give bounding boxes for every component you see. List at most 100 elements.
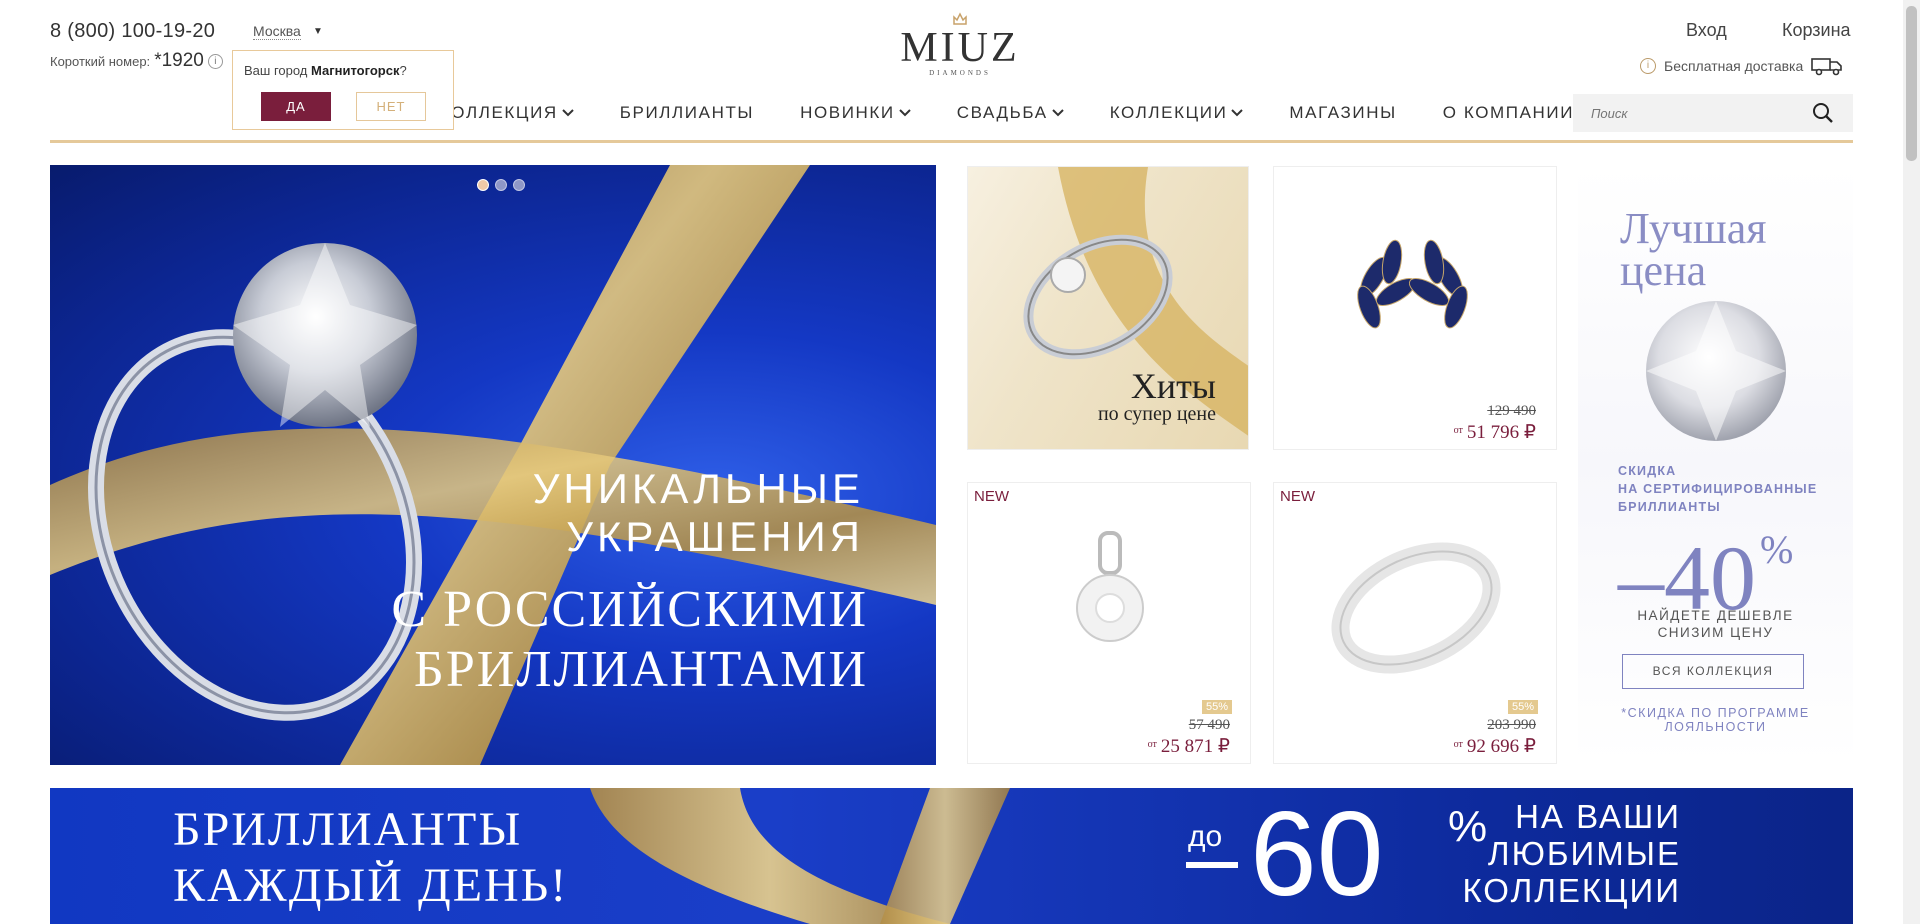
city-confirm-popup: Ваш город Магнитогорск? ДА НЕТ	[232, 50, 454, 130]
promo-cheaper-line1: НАЙДЕТЕ ДЕШЕВЛЕ	[1637, 608, 1794, 623]
info-icon[interactable]: i	[207, 53, 223, 69]
nav-item-label: БРИЛЛИАНТЫ	[619, 103, 755, 122]
diamond-image	[1646, 301, 1786, 441]
banner-text-line1: НА ВАШИ	[1515, 798, 1681, 835]
price-value: 51 796 ₽	[1466, 422, 1536, 443]
product-card-ring[interactable]: NEW 55% 203 990 от 92 696 ₽	[1273, 482, 1557, 764]
banner-headline-1: БРИЛЛИАНТЫ	[173, 803, 523, 856]
best-price-promo[interactable]: Лучшая цена СКИДКА НА СЕРТИФИЦИРОВАННЫЕ …	[1578, 166, 1853, 764]
old-price: 129 490	[1487, 403, 1536, 419]
promo-note-line1: *СКИДКА ПО ПРОГРАММЕ	[1621, 706, 1810, 720]
nav-item-label: СВАДЬБА	[956, 103, 1048, 122]
hits-title: Хиты	[1130, 366, 1216, 406]
hits-subtitle: по супер цене	[1097, 403, 1216, 425]
city-selector[interactable]: Москва	[253, 23, 301, 40]
city-question: Ваш город Магнитогорск?	[244, 63, 407, 78]
chevron-down-icon	[899, 109, 911, 117]
promo-label-line2: НА СЕРТИФИЦИРОВАННЫЕ	[1618, 482, 1818, 496]
search-box	[1573, 94, 1853, 132]
old-price: 57 490	[1188, 717, 1230, 733]
nav-item-7[interactable]: О КОМПАНИИ	[1443, 103, 1590, 123]
discount-badge: 55%	[1507, 700, 1538, 714]
price-value: 92 696 ₽	[1466, 736, 1536, 757]
login-link[interactable]: Вход	[1686, 20, 1727, 41]
nav-item-4[interactable]: СВАДЬБА	[957, 103, 1064, 123]
all-collection-button[interactable]: ВСЯ КОЛЛЕКЦИЯ	[1622, 654, 1804, 689]
phone-number[interactable]: 8 (800) 100-19-20	[50, 20, 215, 43]
main-nav: КОЛЛЕКЦИЯ БРИЛЛИАНТЫ НОВИНКИ СВАДЬБА КОЛЛЕКЦ…	[440, 103, 1636, 123]
short-number-value[interactable]: *1920	[154, 50, 204, 72]
sale-banner[interactable]: БРИЛЛИАНТЫ КАЖДЫЙ ДЕНЬ! до 60 % НА ВАШИ …	[50, 788, 1853, 924]
hero-banner[interactable]: УНИКАЛЬНЫЕ УКРАШЕНИЯ С РОССИЙСКИМИ БРИЛЛ…	[50, 165, 936, 765]
caret-down-icon[interactable]: ▼	[313, 26, 323, 37]
nav-item-5[interactable]: КОЛЛЕКЦИИ	[1110, 103, 1244, 123]
question-suffix: ?	[399, 63, 407, 78]
question-prefix: Ваш город	[244, 63, 311, 78]
banner-discount-number: 60	[1250, 788, 1384, 921]
hero-headline-3: С РОССИЙСКИМИ	[391, 581, 868, 638]
promo-title-line2: цена	[1620, 246, 1707, 295]
banner-headline-2: КАЖДЫЙ ДЕНЬ!	[173, 859, 569, 912]
promo-note: *СКИДКА ПО ПРОГРАММЕ ЛОЯЛЬНОСТИ	[1578, 706, 1853, 734]
slider-dots	[477, 179, 525, 191]
nav-item-label: КОЛЛЕКЦИЯ	[440, 103, 558, 122]
old-price: 203 990	[1487, 717, 1536, 733]
price-prefix: от	[1453, 739, 1463, 750]
chevron-down-icon	[1231, 109, 1244, 117]
price: от 51 796 ₽	[1454, 421, 1536, 444]
logo[interactable]: MIUZ DIAMONDS	[880, 12, 1040, 90]
nav-item-6[interactable]: МАГАЗИНЫ	[1289, 103, 1396, 123]
cart-link[interactable]: Корзина	[1782, 20, 1851, 41]
banner-text-line3: КОЛЛЕКЦИИ	[1462, 872, 1681, 909]
nav-item-3[interactable]: НОВИНКИ	[800, 103, 911, 123]
discount-badge: 55%	[1201, 700, 1232, 714]
header-divider	[50, 140, 1853, 143]
promo-label-line1: СКИДКА	[1618, 464, 1677, 478]
hits-promo-tile[interactable]: Хиты по супер цене	[967, 166, 1249, 450]
promo-cheaper-line2: СНИЗИМ ЦЕНУ	[1657, 625, 1774, 640]
nav-item-label: МАГАЗИНЫ	[1289, 103, 1397, 122]
hero-headline-1: УНИКАЛЬНЫЕ	[532, 465, 864, 512]
scrollbar-thumb[interactable]	[1906, 6, 1917, 161]
yes-button[interactable]: ДА	[261, 92, 331, 121]
nav-item-label: НОВИНКИ	[800, 103, 895, 122]
promo-percent-sign: %	[1760, 527, 1794, 572]
delivery-label: Бесплатная доставка	[1664, 58, 1804, 74]
price-prefix: от	[1453, 425, 1463, 436]
promo-percent: –40%	[1618, 504, 1793, 624]
truck-icon	[1811, 58, 1843, 76]
nav-item-2[interactable]: БРИЛЛИАНТЫ	[620, 103, 754, 123]
banner-dash	[1186, 862, 1238, 868]
crown-icon	[953, 12, 967, 25]
detected-city: Магнитогорск	[311, 63, 400, 78]
banner-text-line2: ЛЮБИМЫЕ	[1487, 835, 1681, 872]
info-icon: i	[1640, 58, 1656, 74]
slider-dot-3[interactable]	[513, 179, 525, 191]
promo-title: Лучшая цена	[1620, 204, 1767, 295]
short-number-label: Короткий номер:	[50, 54, 151, 69]
delivery-info[interactable]: i Бесплатная доставка	[1640, 56, 1843, 76]
logo-text: MIUZ	[900, 25, 1020, 71]
product-card-pendant[interactable]: NEW 55% 57 490 от 25 871 ₽	[967, 482, 1251, 764]
nav-item-label: КОЛЛЕКЦИИ	[1109, 103, 1228, 122]
promo-cheaper: НАЙДЕТЕ ДЕШЕВЛЕ СНИЗИМ ЦЕНУ	[1578, 607, 1853, 641]
nav-item-1[interactable]: КОЛЛЕКЦИЯ	[440, 103, 574, 123]
slider-dot-2[interactable]	[495, 179, 507, 191]
slider-dot-1[interactable]	[477, 179, 489, 191]
promo-title-line1: Лучшая	[1620, 204, 1767, 253]
banner-text: НА ВАШИ ЛЮБИМЫЕ КОЛЛЕКЦИИ	[1462, 798, 1681, 909]
no-button[interactable]: НЕТ	[356, 92, 426, 121]
short-number: Короткий номер: *1920 i	[50, 50, 223, 72]
price-prefix: от	[1147, 739, 1157, 750]
chevron-down-icon	[562, 109, 574, 117]
chevron-down-icon	[1051, 109, 1064, 117]
price: от 92 696 ₽	[1454, 735, 1536, 758]
hero-headline-2: УКРАШЕНИЯ	[566, 513, 864, 560]
nav-item-label: О КОМПАНИИ	[1442, 103, 1575, 122]
search-icon[interactable]	[1811, 101, 1835, 125]
price-value: 25 871 ₽	[1160, 736, 1230, 757]
promo-note-line2: ЛОЯЛЬНОСТИ	[1664, 720, 1767, 734]
price: от 25 871 ₽	[1148, 735, 1230, 758]
search-input[interactable]	[1573, 105, 1803, 121]
product-card-earrings[interactable]: 129 490 от 51 796 ₽	[1273, 166, 1557, 450]
